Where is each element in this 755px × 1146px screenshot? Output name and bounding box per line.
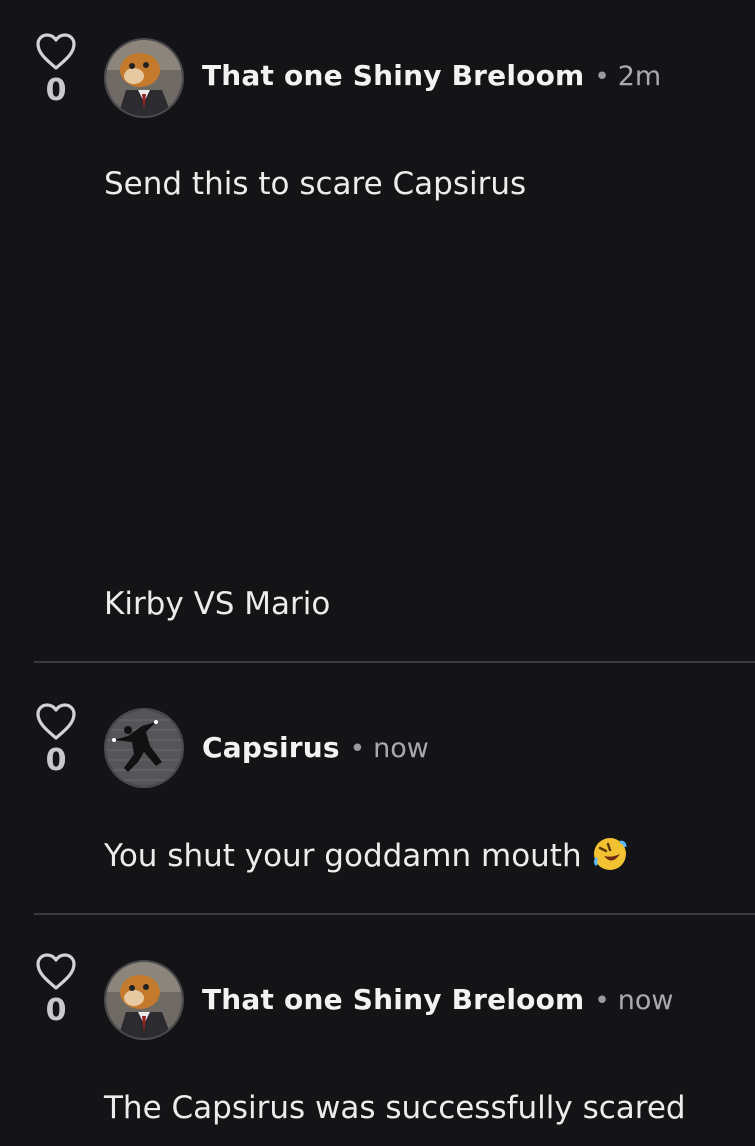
comment-header: That one Shiny Breloom • 2m	[202, 56, 661, 96]
heart-icon[interactable]	[34, 32, 78, 72]
avatar[interactable]	[104, 38, 184, 118]
rolling-on-floor-laughing-icon	[593, 838, 627, 870]
comment-text: You shut your goddamn mouth	[104, 836, 628, 876]
comment-item: 0 That one Shiny Breloom • now The Capsiru…	[0, 914, 755, 1146]
separator-dot: •	[594, 986, 610, 1016]
author-name[interactable]: That one Shiny Breloom	[202, 59, 584, 92]
timestamp: 2m	[617, 61, 662, 92]
comment-header: That one Shiny Breloom • now	[202, 980, 673, 1020]
like-control: 0	[34, 952, 78, 1028]
comment-item: 0 Capsirus • now You shut your goddamn mou…	[0, 662, 755, 914]
comment-item: 0 That one Shiny Breloom • 2m Send this to…	[0, 0, 755, 660]
avatar[interactable]	[104, 960, 184, 1040]
author-name[interactable]: That one Shiny Breloom	[202, 983, 584, 1016]
comment-text: The Capsirus was successfully scared	[104, 1090, 686, 1126]
like-count: 0	[45, 993, 67, 1028]
heart-icon[interactable]	[34, 952, 78, 992]
like-count: 0	[45, 743, 67, 778]
separator-dot: •	[594, 62, 610, 92]
timestamp: now	[373, 733, 429, 764]
like-control: 0	[34, 32, 78, 108]
avatar[interactable]	[104, 708, 184, 788]
comment-text-content: You shut your goddamn mouth	[104, 838, 582, 874]
heart-icon[interactable]	[34, 702, 78, 742]
like-count: 0	[45, 73, 67, 108]
separator-dot: •	[349, 734, 366, 764]
author-name[interactable]: Capsirus	[202, 731, 340, 764]
comment-header: Capsirus • now	[202, 728, 429, 768]
like-control: 0	[34, 702, 78, 778]
timestamp: now	[617, 985, 674, 1016]
comment-text: Send this to scare Capsirus	[104, 166, 527, 202]
media-caption: Kirby VS Mario	[104, 586, 331, 622]
